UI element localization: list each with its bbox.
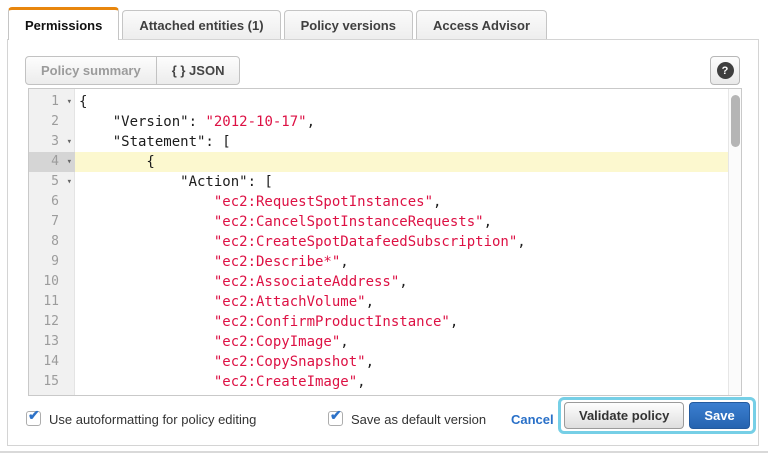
save-default-label: Save as default version xyxy=(351,412,486,427)
tab-permissions[interactable]: Permissions xyxy=(8,7,119,40)
line-number: 14 xyxy=(29,352,75,372)
code-line: 9 "ec2:Describe*", xyxy=(29,252,728,272)
line-number: 10 xyxy=(29,272,75,292)
code-text: { xyxy=(75,152,728,172)
code-line: 10 "ec2:AssociateAddress", xyxy=(29,272,728,292)
code-line: 7 "ec2:CancelSpotInstanceRequests", xyxy=(29,212,728,232)
code-text: "ec2:AttachVolume", xyxy=(75,292,728,312)
code-line: 2 "Version": "2012-10-17", xyxy=(29,112,728,132)
json-policy-editor[interactable]: 1▾{2 "Version": "2012-10-17",3▾ "Stateme… xyxy=(28,88,742,396)
line-number: 4▾ xyxy=(29,152,75,172)
fold-toggle-icon[interactable]: ▾ xyxy=(67,132,72,152)
page-divider xyxy=(0,451,768,453)
code-text: "ec2:Describe*", xyxy=(75,252,728,272)
code-text: { xyxy=(75,92,728,112)
line-number: 11 xyxy=(29,292,75,312)
line-number: 15 xyxy=(29,372,75,392)
code-text: "ec2:RequestSpotInstances", xyxy=(75,192,728,212)
tab-access-advisor[interactable]: Access Advisor xyxy=(416,10,547,40)
code-line: 6 "ec2:RequestSpotInstances", xyxy=(29,192,728,212)
code-text: "ec2:AssociateAddress", xyxy=(75,272,728,292)
code-line: 8 "ec2:CreateSpotDatafeedSubscription", xyxy=(29,232,728,252)
json-button[interactable]: { } JSON xyxy=(156,57,240,84)
code-line: 15 "ec2:CreateImage", xyxy=(29,372,728,392)
code-lines: 1▾{2 "Version": "2012-10-17",3▾ "Stateme… xyxy=(29,92,728,392)
fold-toggle-icon[interactable]: ▾ xyxy=(67,92,72,112)
code-text: "ec2:CreateSpotDatafeedSubscription", xyxy=(75,232,728,252)
line-number: 3▾ xyxy=(29,132,75,152)
code-line: 12 "ec2:ConfirmProductInstance", xyxy=(29,312,728,332)
code-text: "ec2:CancelSpotInstanceRequests", xyxy=(75,212,728,232)
code-line: 5▾ "Action": [ xyxy=(29,172,728,192)
editor-scrollbar[interactable] xyxy=(728,89,741,395)
code-text: "ec2:CopySnapshot", xyxy=(75,352,728,372)
line-number: 5▾ xyxy=(29,172,75,192)
line-number: 12 xyxy=(29,312,75,332)
code-line: 1▾{ xyxy=(29,92,728,112)
validate-policy-button[interactable]: Validate policy xyxy=(564,402,684,429)
save-button[interactable]: Save xyxy=(689,402,749,429)
policy-editor-page: Permissions Attached entities (1) Policy… xyxy=(0,0,768,460)
line-number: 1▾ xyxy=(29,92,75,112)
tab-attached-entities[interactable]: Attached entities (1) xyxy=(122,10,280,40)
line-number: 9 xyxy=(29,252,75,272)
tab-policy-versions[interactable]: Policy versions xyxy=(284,10,413,40)
code-line: 3▾ "Statement": [ xyxy=(29,132,728,152)
view-toggle-group: Policy summary { } JSON xyxy=(25,56,240,85)
line-number: 2 xyxy=(29,112,75,132)
code-line: 14 "ec2:CopySnapshot", xyxy=(29,352,728,372)
code-text: "Version": "2012-10-17", xyxy=(75,112,728,132)
code-line: 11 "ec2:AttachVolume", xyxy=(29,292,728,312)
checkmark-icon: ✔ xyxy=(330,407,342,424)
code-text: "Action": [ xyxy=(75,172,728,192)
permissions-panel: Policy summary { } JSON ? 1▾{2 "Version"… xyxy=(7,39,759,446)
checkmark-icon: ✔ xyxy=(28,407,40,424)
code-text: "Statement": [ xyxy=(75,132,728,152)
line-number: 6 xyxy=(29,192,75,212)
fold-toggle-icon[interactable]: ▾ xyxy=(67,172,72,192)
help-button[interactable]: ? xyxy=(710,56,740,85)
code-text: "ec2:ConfirmProductInstance", xyxy=(75,312,728,332)
question-mark-icon: ? xyxy=(717,62,734,79)
autoformat-checkbox[interactable]: ✔ xyxy=(26,411,41,426)
code-line: 13 "ec2:CopyImage", xyxy=(29,332,728,352)
fold-toggle-icon[interactable]: ▾ xyxy=(67,152,72,172)
editor-scrollbar-thumb[interactable] xyxy=(731,95,740,147)
tab-bar: Permissions Attached entities (1) Policy… xyxy=(8,7,550,40)
line-number: 8 xyxy=(29,232,75,252)
policy-summary-button[interactable]: Policy summary xyxy=(26,57,156,84)
save-default-checkbox[interactable]: ✔ xyxy=(328,411,343,426)
line-number: 7 xyxy=(29,212,75,232)
code-text: "ec2:CopyImage", xyxy=(75,332,728,352)
autoformat-label: Use autoformatting for policy editing xyxy=(49,412,256,427)
line-number: 13 xyxy=(29,332,75,352)
code-line: 4▾ { xyxy=(29,152,728,172)
cancel-link[interactable]: Cancel xyxy=(511,412,554,427)
code-text: "ec2:CreateImage", xyxy=(75,372,728,392)
primary-actions-focus-ring: Validate policy Save xyxy=(558,397,756,434)
